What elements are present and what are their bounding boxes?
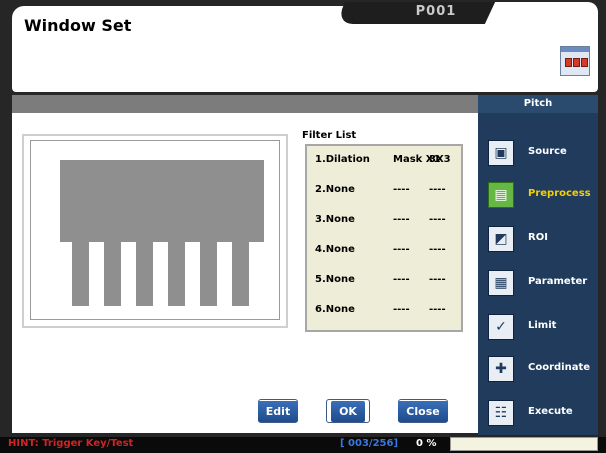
part-image-tooth [72,242,89,306]
filter-name: 5.None [315,274,355,285]
part-image-tooth [104,242,121,306]
filter-row[interactable]: 2.None ---- ---- [307,184,461,212]
nav-item-label: Limit [528,320,557,331]
filter-row[interactable]: 5.None ---- ---- [307,274,461,302]
nav-item-label: Execute [528,406,573,417]
nav-item-source[interactable]: ▣ Source [478,136,598,172]
part-image-tooth [136,242,153,306]
filter-value-1: ---- [393,214,410,225]
filter-row[interactable]: 6.None ---- ---- [307,304,461,332]
nav-item-coordinate[interactable]: ✚ Coordinate [478,352,598,388]
filter-value-2: ---- [429,184,446,195]
nav-item-label: Coordinate [528,362,591,373]
filter-row[interactable]: 3.None ---- ---- [307,214,461,242]
nav-item-label: Source [528,146,567,157]
preprocess-icon: ▤ [488,182,514,208]
execute-icon: ☷ [488,400,514,426]
part-image-tooth [168,242,185,306]
status-box [450,437,598,451]
filter-list[interactable]: 1.Dilation Mask X1 3X3 2.None ---- ---- … [305,144,463,332]
filter-value-2: ---- [429,214,446,225]
window-settings-icon[interactable] [560,46,590,76]
filter-list-title: Filter List [302,130,357,141]
image-counter: [ 003/256] [340,438,399,449]
filter-name: 1.Dilation [315,154,370,165]
ok-button-label: OK [331,400,365,422]
close-button-label: Close [398,400,448,422]
filter-value-1: ---- [393,184,410,195]
nav-item-execute[interactable]: ☷ Execute [478,396,598,432]
filter-row[interactable]: 4.None ---- ---- [307,244,461,272]
filter-name: 6.None [315,304,355,315]
program-code: P001 [415,4,457,19]
coordinate-icon: ✚ [488,356,514,382]
filter-value-2: 3X3 [429,154,451,165]
filter-value-2: ---- [429,274,446,285]
part-image-tooth [200,242,217,306]
filter-name: 3.None [315,214,355,225]
filter-value-1: ---- [393,244,410,255]
nav-item-label: ROI [528,232,548,243]
filter-value-2: ---- [429,304,446,315]
ok-button[interactable]: OK [326,399,370,423]
nav-item-roi[interactable]: ◩ ROI [478,222,598,258]
header-body [12,40,598,92]
part-image-body [60,160,264,242]
nav-item-limit[interactable]: ✓ Limit [478,310,598,346]
progress-percent: 0 % [416,438,437,449]
nav-item-preprocess[interactable]: ▤ Preprocess [478,178,598,214]
nav-item-label: Parameter [528,276,588,287]
nav-item-parameter[interactable]: ▦ Parameter [478,266,598,302]
filter-value-1: ---- [393,274,410,285]
filter-value-1: Mask X1 [393,154,441,165]
close-button[interactable]: Close [398,399,448,423]
filter-value-2: ---- [429,244,446,255]
edit-button[interactable]: Edit [257,399,299,423]
parameter-icon: ▦ [488,270,514,296]
roi-icon: ◩ [488,226,514,252]
filter-row[interactable]: 1.Dilation Mask X1 3X3 [307,154,461,182]
limit-icon: ✓ [488,314,514,340]
filter-value-1: ---- [393,304,410,315]
filter-name: 2.None [315,184,355,195]
part-image-tooth [232,242,249,306]
section-label: Pitch [478,95,598,113]
source-icon: ▣ [488,140,514,166]
filter-name: 4.None [315,244,355,255]
hint-text: HINT: Trigger Key/Test [8,438,134,449]
nav-item-label: Preprocess [528,188,591,199]
edit-button-label: Edit [257,400,299,422]
window-title: Window Set [24,16,132,35]
